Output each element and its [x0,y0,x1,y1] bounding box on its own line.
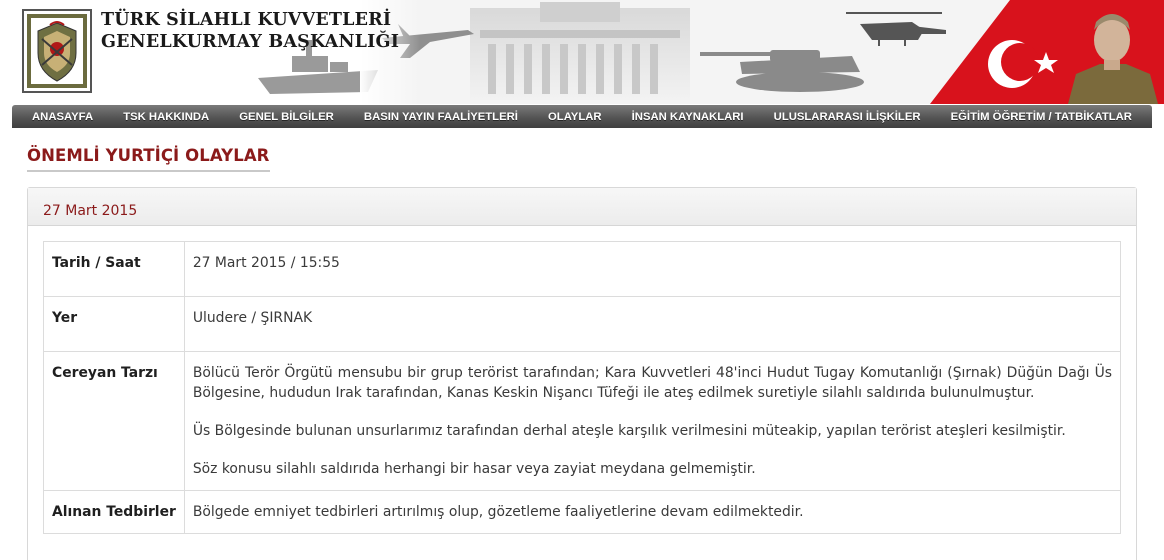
event-date-header: 27 Mart 2015 [43,203,138,219]
nav-item-insan-kaynaklari[interactable]: İNSAN KAYNAKLARI [632,111,744,123]
row-label: Alınan Tedbirler [43,490,185,534]
row-label: Yer [43,296,185,352]
headquarters-building-image [470,2,690,100]
row-label: Cereyan Tarzı [43,351,185,491]
nav-item-egitim-ogretim[interactable]: EĞİTİM ÖĞRETİM / TATBİKATLAR [951,111,1132,123]
site-title[interactable]: TÜRK SİLAHLI KUVVETLERİ GENELKURMAY BAŞK… [101,9,399,53]
event-details-table: Tarih / Saat 27 Mart 2015 / 15:55 Yer Ul… [43,241,1122,534]
nav-item-basin-yayin[interactable]: BASIN YAYIN FAALİYETLERİ [364,111,518,123]
site-title-line1: TÜRK SİLAHLI KUVVETLERİ [101,10,392,30]
row-value: 27 Mart 2015 / 15:55 [183,241,1122,297]
row-label: Tarih / Saat [43,241,185,297]
nav-item-olaylar[interactable]: OLAYLAR [548,111,602,123]
page-title: ÖNEMLİ YURTİÇİ OLAYLAR [27,146,270,172]
nav-item-genel-bilgiler[interactable]: GENEL BİLGİLER [239,111,334,123]
event-panel: 27 Mart 2015 Tarih / Saat 27 Mart 2015 /… [27,187,1137,560]
event-panel-header: 27 Mart 2015 [28,188,1136,226]
event-paragraph: Üs Bölgesinde bulunan unsurlarımız taraf… [192,423,1066,439]
table-row: Yer Uludere / ŞIRNAK [43,296,1122,352]
site-title-line2: GENELKURMAY BAŞKANLIĞI [101,32,400,52]
table-row: Cereyan Tarzı Bölücü Terör Örgütü mensub… [43,351,1122,491]
row-value: Uludere / ŞIRNAK [183,296,1122,352]
event-paragraph: Söz konusu silahlı saldırıda herhangi bi… [192,461,756,477]
main-nav: ANASAYFA TSK HAKKINDA GENEL BİLGİLER BAS… [12,105,1152,128]
site-header: TÜRK SİLAHLI KUVVETLERİ GENELKURMAY BAŞK… [0,0,1164,104]
nav-item-tsk-hakkinda[interactable]: TSK HAKKINDA [123,111,209,123]
row-value: Bölücü Terör Örgütü mensubu bir grup ter… [183,351,1122,491]
row-value: Bölgede emniyet tedbirleri artırılmış ol… [183,490,1122,534]
table-row: Tarih / Saat 27 Mart 2015 / 15:55 [43,241,1122,297]
event-paragraph: Bölücü Terör Örgütü mensubu bir grup ter… [192,365,1112,401]
tsk-emblem-logo [22,9,92,93]
nav-item-anasayfa[interactable]: ANASAYFA [32,111,93,123]
nav-item-uluslararasi-iliskiler[interactable]: ULUSLARARASI İLİŞKİLER [774,111,921,123]
table-row: Alınan Tedbirler Bölgede emniyet tedbirl… [43,490,1122,534]
